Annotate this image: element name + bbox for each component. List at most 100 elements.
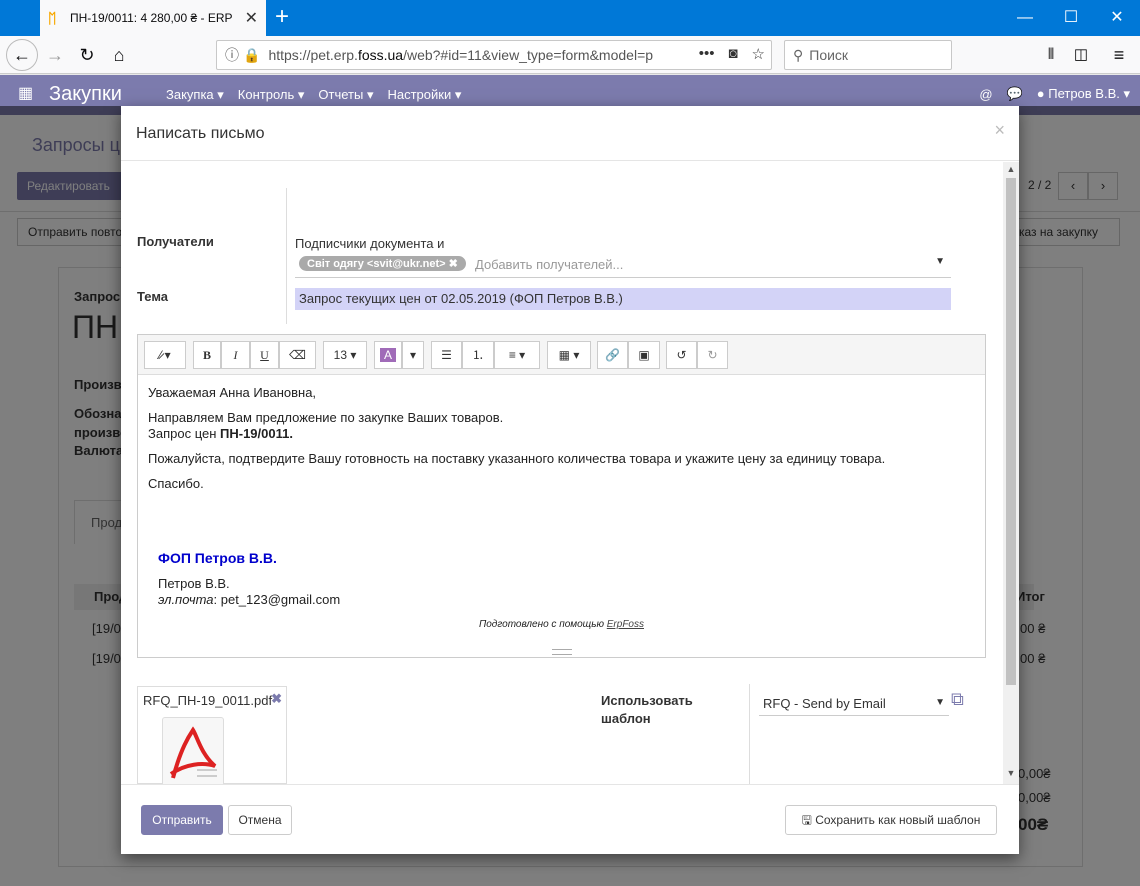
rfq-reference: ПН-19/0011. xyxy=(220,426,293,441)
scroll-down-icon[interactable]: ▼ xyxy=(1003,768,1019,782)
attachment-name[interactable]: RFQ_ПН-19_0011.pdf xyxy=(143,693,272,708)
dialog-scrollbar[interactable]: ▲ ▼ xyxy=(1003,162,1019,784)
browser-nav-bar: ← → ↻ ⌂ ⓘ 🔒 https://pet.erp. foss.ua/web?… xyxy=(0,36,1140,74)
undo-icon[interactable]: ↺ xyxy=(666,341,697,369)
browser-tab-bar: ᛖ ПН-19/0011: 4 280,00 ₴ - ERP Fo ✕ + — … xyxy=(0,0,1140,36)
forward-icon[interactable]: → xyxy=(40,40,70,70)
back-icon[interactable]: ← xyxy=(6,39,38,71)
home-icon[interactable]: ⌂ xyxy=(104,40,134,70)
close-tab-icon[interactable]: ✕ xyxy=(245,8,258,28)
numbered-list-icon[interactable]: ⒈ xyxy=(462,341,494,369)
minimize-icon[interactable]: — xyxy=(1002,0,1048,36)
menu-item-purchase[interactable]: Закупка ▾ xyxy=(166,87,224,103)
dialog-footer: Отправить Отмена 🖫 Сохранить как новый ш… xyxy=(121,784,1019,854)
reload-icon[interactable]: ↻ xyxy=(72,40,102,70)
email-body[interactable]: Уважаемая Анна Ивановна, Направляем Вам … xyxy=(148,385,978,501)
menu-item-reports[interactable]: Отчеты ▾ xyxy=(318,87,373,103)
search-placeholder: Поиск xyxy=(809,47,849,63)
thanks: Спасибо. xyxy=(148,476,204,491)
font-size-select[interactable]: 13 ▾ xyxy=(323,341,367,369)
dialog-title: Написать письмо xyxy=(136,125,265,142)
external-link-icon[interactable]: ⧉ xyxy=(951,689,973,711)
template-select[interactable]: RFQ - Send by Email ▼ xyxy=(759,692,949,716)
prepared-with-note: Подготовлено с помощью ErpFoss xyxy=(138,619,985,630)
signature-person: Петров В.В. xyxy=(158,576,230,591)
browser-tab[interactable]: ᛖ ПН-19/0011: 4 280,00 ₴ - ERP Fo ✕ xyxy=(40,0,266,36)
align-icon[interactable]: ≡ ▾ xyxy=(494,341,540,369)
bullet-list-icon[interactable]: ☰ xyxy=(431,341,462,369)
recipient-tag[interactable]: Світ одягу <svit@ukr.net> ✖ xyxy=(299,256,466,271)
url-host: foss.ua xyxy=(357,47,404,63)
style-magic-icon[interactable]: ⁄̷ ▾ xyxy=(144,341,186,369)
mention-icon[interactable]: @ xyxy=(979,87,992,102)
eraser-icon[interactable]: ⌫ xyxy=(279,341,316,369)
color-dropdown-icon[interactable]: ▾ xyxy=(402,341,424,369)
new-tab-icon[interactable]: + xyxy=(268,4,296,32)
close-window-icon[interactable]: ✕ xyxy=(1094,0,1140,36)
close-icon[interactable]: × xyxy=(994,120,1005,141)
subject-label: Тема xyxy=(137,289,169,304)
divider xyxy=(286,188,287,324)
attachment[interactable]: RFQ_ПН-19_0011.pdf ✖ xyxy=(137,686,287,784)
redo-icon[interactable]: ↻ xyxy=(697,341,728,369)
link-icon[interactable]: 🔗 xyxy=(597,341,628,369)
signature-company: ФОП Петров В.В. xyxy=(158,550,277,566)
remove-tag-icon[interactable]: ✖ xyxy=(449,258,458,270)
signature: ФОП Петров В.В. Петров В.В. эл.почта: pe… xyxy=(158,550,341,607)
body-line-3: Пожалуйста, подтвердите Вашу готовность … xyxy=(148,451,886,466)
page-actions-icon[interactable]: ••• xyxy=(699,45,715,63)
rich-text-editor[interactable]: ⁄̷ ▾ B I U ⌫ 13 ▾ A ▾ ☰ ⒈ ≡ ▾ ▦ ▾ 🔗 ▣ ↺ … xyxy=(137,334,986,658)
tab-title: ПН-19/0011: 4 280,00 ₴ - ERP Fo xyxy=(70,11,235,25)
cancel-button[interactable]: Отмена xyxy=(228,805,292,835)
recipients-text: Подписчики документа и xyxy=(295,236,445,251)
app-name: Закупки xyxy=(49,83,122,105)
dialog-header: Написать письмо × xyxy=(121,106,1019,161)
template-label-line1: Использовать xyxy=(601,693,693,708)
maximize-icon[interactable]: ☐ xyxy=(1048,0,1094,36)
pdf-file-icon xyxy=(162,717,224,784)
send-button[interactable]: Отправить xyxy=(141,805,223,835)
scrollbar-thumb[interactable] xyxy=(1006,178,1016,685)
scroll-up-icon[interactable]: ▲ xyxy=(1003,164,1019,178)
recipients-label: Получатели xyxy=(137,234,214,249)
remove-attachment-icon[interactable]: ✖ xyxy=(271,691,282,707)
lock-icon: 🔒 xyxy=(243,46,261,63)
recipients-field[interactable]: Світ одягу <svit@ukr.net> ✖ Добавить пол… xyxy=(295,250,951,278)
underline-icon[interactable]: U xyxy=(250,341,279,369)
bold-icon[interactable]: B xyxy=(193,341,221,369)
template-value: RFQ - Send by Email xyxy=(763,696,886,711)
signature-email: pet_123@gmail.com xyxy=(220,592,341,607)
menu-item-settings[interactable]: Настройки ▾ xyxy=(387,87,461,103)
chat-icon[interactable]: 💬 xyxy=(1007,86,1023,102)
apps-grid-icon[interactable]: ▦ xyxy=(18,86,34,102)
subject-field[interactable]: Запрос текущих цен от 02.05.2019 (ФОП Пе… xyxy=(295,288,951,310)
body-line-1: Направляем Вам предложение по закупке Ва… xyxy=(148,410,504,425)
resize-handle[interactable] xyxy=(552,649,572,655)
info-icon[interactable]: ⓘ xyxy=(225,45,239,65)
save-template-button[interactable]: 🖫 Сохранить как новый шаблон xyxy=(785,805,997,835)
signature-email-label: эл.почта xyxy=(158,592,214,607)
divider xyxy=(749,684,750,784)
url-bar[interactable]: ⓘ 🔒 https://pet.erp. foss.ua/web?#id=11&v… xyxy=(216,40,772,70)
table-icon[interactable]: ▦ ▾ xyxy=(547,341,591,369)
menu-item-control[interactable]: Контроль ▾ xyxy=(238,87,305,103)
library-icon[interactable]: ⫴ xyxy=(1036,40,1066,70)
chevron-down-icon[interactable]: ▼ xyxy=(935,256,945,267)
user-menu[interactable]: ● Петров В.В. ▾ xyxy=(1037,86,1130,102)
italic-icon[interactable]: I xyxy=(221,341,250,369)
pocket-icon[interactable]: ◙ xyxy=(728,45,737,63)
template-label-line2: шаблон xyxy=(601,711,651,726)
bookmark-star-icon[interactable]: ☆ xyxy=(752,45,765,63)
recipients-input[interactable]: Добавить получателей... xyxy=(475,257,623,272)
body-line-2-prefix: Запрос цен xyxy=(148,426,221,441)
text-color-icon[interactable]: A xyxy=(374,341,402,369)
url-rest: /web?#id=11&view_type=form&model=p xyxy=(403,47,654,63)
template-label: Использовать шаблон xyxy=(601,692,693,728)
user-name: Петров В.В. ▾ xyxy=(1048,86,1130,101)
menu-icon[interactable]: ≡ xyxy=(1104,40,1134,70)
chevron-down-icon[interactable]: ▼ xyxy=(935,697,945,708)
search-box[interactable]: ⚲ Поиск xyxy=(784,40,952,70)
sidebar-icon[interactable]: ◫ xyxy=(1066,40,1096,70)
prepared-brand-link[interactable]: ErpFoss xyxy=(607,619,644,630)
image-icon[interactable]: ▣ xyxy=(628,341,660,369)
